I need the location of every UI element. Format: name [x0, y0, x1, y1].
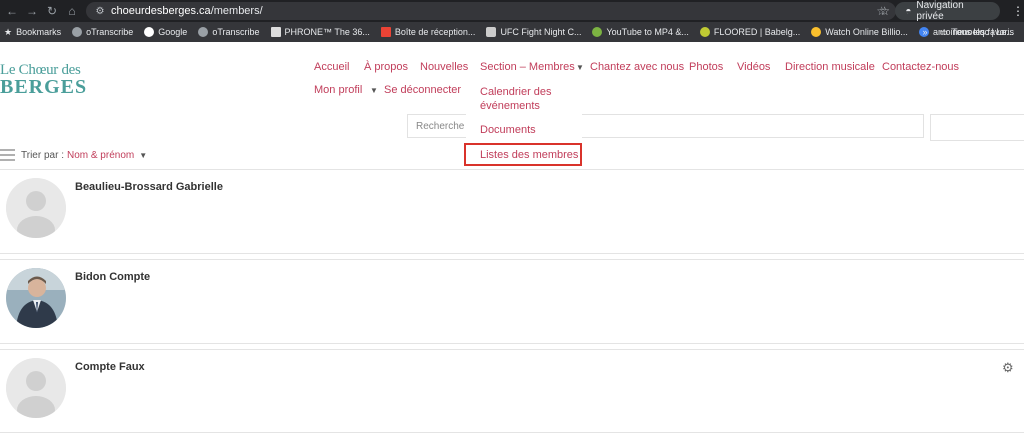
sort-label: Trier par :	[21, 149, 64, 161]
site-logo[interactable]: Le Chœur des BERGES	[0, 62, 90, 98]
url-text: choeurdesberges.ca/members/	[111, 5, 263, 17]
all-bookmarks-button[interactable]: ▭ Tous les favoris	[939, 27, 1014, 38]
browser-toolbar: ← → ↻ ⌂ ⚙ choeurdesberges.ca/members/ ☆ …	[0, 0, 1024, 22]
reload-icon[interactable]: ↻	[44, 3, 60, 19]
menu-accueil[interactable]: Accueil	[314, 61, 349, 73]
bookmark-item[interactable]: UFC Fight Night C...	[486, 27, 581, 37]
avatar[interactable]	[6, 358, 66, 418]
divider	[0, 169, 1024, 170]
menu-section-membres[interactable]: Section – Membres	[480, 61, 575, 73]
avatar[interactable]	[6, 178, 66, 238]
home-icon[interactable]: ⌂	[64, 3, 80, 19]
bookmarks-bar: ★ Bookmarks oTranscribe Google oTranscrib…	[0, 22, 1024, 42]
chevron-down-icon[interactable]: ▼	[370, 86, 378, 95]
divider	[0, 259, 1024, 260]
site-settings-icon[interactable]: ⚙	[94, 6, 106, 17]
menu-videos[interactable]: Vidéos	[737, 61, 770, 73]
more-bookmarks-icon[interactable]: »	[922, 27, 927, 37]
logo-text-bottom: BERGES	[0, 76, 88, 98]
incognito-icon: ◓	[905, 5, 912, 17]
bookmark-item[interactable]: oTranscribe	[72, 27, 133, 37]
menu-chantez[interactable]: Chantez avec nous	[590, 61, 684, 73]
member-name[interactable]: Beaulieu-Brossard Gabrielle	[75, 181, 223, 193]
member-name[interactable]: Compte Faux	[75, 361, 145, 373]
default-avatar-icon	[6, 358, 66, 418]
bookmark-item[interactable]: YouTube to MP4 &...	[592, 27, 689, 37]
bookmark-item[interactable]: FLOORED | Babelg...	[699, 27, 800, 37]
menu-deconnecter[interactable]: Se déconnecter	[384, 84, 461, 96]
divider	[0, 432, 1024, 433]
google-icon	[144, 27, 155, 37]
folder-icon: ▭	[939, 26, 948, 37]
star-icon: ★	[4, 26, 13, 37]
bookmark-item[interactable]: ★ Bookmarks	[4, 27, 61, 38]
private-browsing-badge[interactable]: ◓ Navigation privée	[895, 0, 1000, 22]
menu-contact[interactable]: Contactez-nous	[882, 61, 959, 73]
circle-icon	[811, 27, 822, 37]
dropdown-documents[interactable]: Documents	[480, 123, 536, 137]
menu-photos[interactable]: Photos	[689, 61, 723, 73]
search-placeholder: Recherche	[416, 121, 465, 132]
bookmark-item[interactable]: PHRONE™ The 36...	[270, 27, 370, 37]
bookmark-item[interactable]: Boîte de réception...	[380, 27, 475, 37]
chevron-down-icon[interactable]: ▼	[576, 63, 584, 72]
globe-icon	[72, 27, 83, 37]
gear-icon[interactable]: ⚙	[1002, 360, 1014, 376]
extensions-icon[interactable]: ☆	[874, 3, 889, 19]
member-photo	[6, 268, 66, 328]
list-view-icon[interactable]	[0, 149, 15, 161]
bookmark-item[interactable]: Watch Online Billio...	[811, 27, 908, 37]
address-bar[interactable]: ⚙ choeurdesberges.ca/members/ ☆	[86, 2, 896, 20]
default-avatar-icon	[6, 178, 66, 238]
divider	[0, 253, 1024, 254]
tv-icon	[486, 27, 497, 37]
more-menu-icon[interactable]: ⋮	[1012, 4, 1024, 18]
search-button[interactable]	[930, 114, 1024, 141]
forward-icon[interactable]: →	[24, 3, 40, 19]
page-icon	[270, 27, 281, 37]
gmail-icon	[380, 27, 391, 37]
ball-icon	[699, 27, 710, 37]
private-label: Navigation privée	[916, 0, 964, 22]
dropdown-calendrier[interactable]: Calendrier des événements	[480, 85, 552, 113]
sort-select[interactable]: Nom & prénom	[67, 150, 134, 161]
menu-nouvelles[interactable]: Nouvelles	[420, 61, 468, 73]
bookmark-item[interactable]: Google	[144, 27, 187, 37]
divider	[0, 343, 1024, 344]
highlight-box	[464, 143, 582, 166]
sort-bar: Trier par : Nom & prénom ▼	[0, 147, 147, 163]
globe-icon	[198, 27, 209, 37]
menu-apropos[interactable]: À propos	[364, 61, 408, 73]
divider	[0, 349, 1024, 350]
avatar[interactable]	[6, 268, 66, 328]
menu-profil[interactable]: Mon profil	[314, 84, 362, 96]
member-name[interactable]: Bidon Compte	[75, 271, 150, 283]
bookmark-item[interactable]: oTranscribe	[198, 27, 260, 37]
chevron-down-icon[interactable]: ▼	[139, 151, 147, 160]
menu-direction[interactable]: Direction musicale	[785, 61, 875, 73]
download-icon	[592, 27, 603, 37]
back-icon[interactable]: ←	[4, 3, 20, 19]
